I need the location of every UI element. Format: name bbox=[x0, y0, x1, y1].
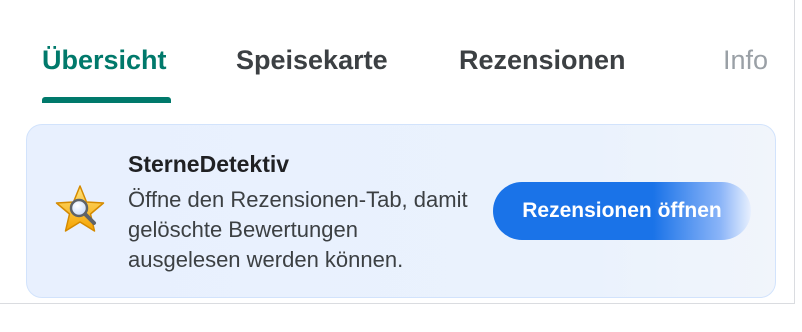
open-reviews-button[interactable]: Rezensionen öffnen bbox=[493, 182, 751, 240]
extension-banner: SterneDetektiv Öffne den Rezensionen-Tab… bbox=[26, 124, 776, 298]
tab-menu[interactable]: Speisekarte bbox=[236, 42, 388, 78]
panel-right-border bbox=[794, 0, 795, 304]
tab-bar: Übersicht Speisekarte Rezensionen Info bbox=[0, 0, 794, 104]
tab-info[interactable]: Info bbox=[723, 42, 768, 78]
banner-message: Öffne den Rezensionen-Tab, damit gelösch… bbox=[128, 187, 468, 272]
panel-bottom-border bbox=[0, 303, 795, 304]
banner-title: SterneDetektiv bbox=[128, 151, 290, 177]
tab-overview[interactable]: Übersicht bbox=[42, 42, 167, 78]
active-tab-indicator bbox=[42, 97, 171, 103]
star-magnifier-icon bbox=[55, 185, 105, 232]
tab-reviews[interactable]: Rezensionen bbox=[459, 42, 626, 78]
